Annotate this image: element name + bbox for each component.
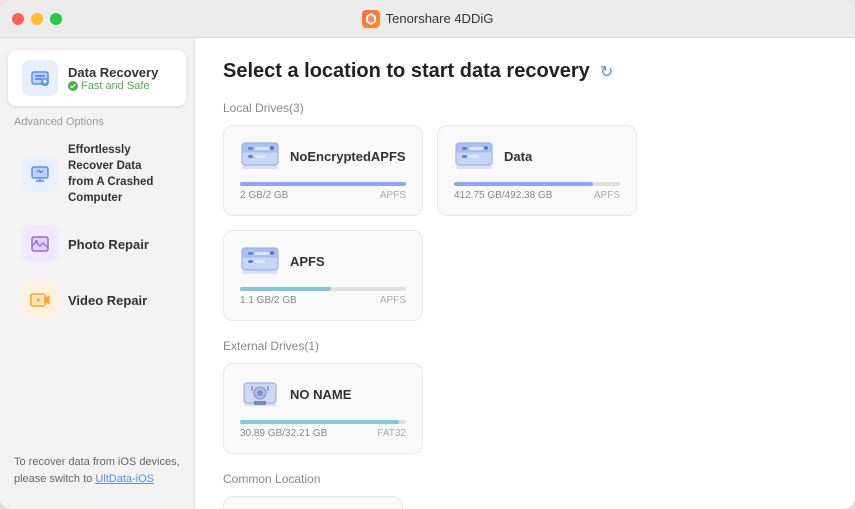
app-title: Tenorshare 4DDiG (386, 11, 494, 26)
drive-bar-ext (240, 420, 406, 424)
drive-bar-1 (240, 182, 406, 186)
hdd-icon-3 (240, 245, 280, 277)
data-recovery-icon-wrap (22, 60, 58, 96)
hdd-icon-1 (240, 140, 280, 172)
app-logo-icon (362, 10, 380, 28)
external-drives-grid: NO NAME 30.89 GB/32.21 GB FAT32 (223, 363, 827, 454)
sidebar-footer: To recover data from iOS devices, please… (0, 444, 194, 497)
photo-repair-label: Photo Repair (68, 237, 149, 252)
page-title: Select a location to start data recovery (223, 60, 590, 83)
data-recovery-icon (29, 67, 51, 89)
hdd-svg-2 (454, 141, 494, 171)
drive-name-2: Data (504, 149, 532, 164)
crashed-computer-text: Effortlessly Recover Datafrom A Crashed … (68, 142, 172, 206)
data-recovery-sub: Fast and Safe (68, 80, 158, 92)
common-location-label: Common Location (223, 472, 827, 486)
drive-name-ext: NO NAME (290, 387, 351, 402)
check-icon (68, 81, 78, 91)
crashed-computer-label: Effortlessly Recover Datafrom A Crashed … (68, 142, 172, 206)
photo-repair-icon (29, 233, 51, 255)
common-location-grid: Trash (223, 496, 827, 509)
drive-card-top-2: Data (454, 140, 620, 172)
drive-name-1: NoEncryptedAPFS (290, 149, 406, 164)
video-repair-icon-wrap (22, 282, 58, 318)
drive-fs-ext: FAT32 (377, 428, 406, 439)
app-window: Tenorshare 4DDiG (0, 0, 855, 509)
drive-info-ext: 30.89 GB/32.21 GB FAT32 (240, 428, 406, 439)
titlebar: Tenorshare 4DDiG (0, 0, 855, 38)
drive-card-noname[interactable]: NO NAME 30.89 GB/32.21 GB FAT32 (223, 363, 423, 454)
app-title-group: Tenorshare 4DDiG (362, 10, 494, 28)
local-drives-label: Local Drives(3) (223, 101, 827, 115)
drive-bar-2 (454, 182, 620, 186)
data-recovery-text: Data Recovery Fast and Safe (68, 65, 158, 92)
sidebar-item-photo-repair[interactable]: Photo Repair (8, 216, 186, 272)
crashed-computer-icon (29, 163, 51, 185)
sidebar-item-video-repair[interactable]: Video Repair (8, 272, 186, 328)
external-drives-label: External Drives(1) (223, 339, 827, 353)
content-header: Select a location to start data recovery… (223, 60, 827, 83)
content-area: Select a location to start data recovery… (195, 38, 855, 509)
close-button[interactable] (12, 13, 24, 25)
sidebar-item-data-recovery[interactable]: Data Recovery Fast and Safe (8, 50, 186, 106)
photo-repair-text: Photo Repair (68, 237, 149, 252)
hdd-svg-1 (240, 141, 280, 171)
video-repair-text: Video Repair (68, 293, 147, 308)
drive-card-noencryptedapfs[interactable]: NoEncryptedAPFS 2 GB/2 GB APFS (223, 125, 423, 216)
advanced-options-label: Advanced Options (0, 106, 194, 132)
photo-repair-icon-wrap (22, 226, 58, 262)
maximize-button[interactable] (50, 13, 62, 25)
video-repair-icon (29, 289, 51, 311)
drive-fs-2: APFS (594, 190, 620, 201)
hdd-icon-2 (454, 140, 494, 172)
drive-fs-1: APFS (380, 190, 406, 201)
drive-bar-fill-2 (454, 182, 593, 186)
drive-info-3: 1.1 GB/2 GB APFS (240, 295, 406, 306)
drive-card-apfs[interactable]: APFS 1.1 GB/2 GB APFS (223, 230, 423, 321)
usb-svg (240, 379, 280, 409)
refresh-icon[interactable]: ↻ (600, 62, 620, 82)
drive-size-2: 412.75 GB/492.38 GB (454, 190, 552, 201)
drive-bar-3 (240, 287, 406, 291)
data-recovery-label: Data Recovery (68, 65, 158, 80)
drive-info-1: 2 GB/2 GB APFS (240, 190, 406, 201)
video-repair-label: Video Repair (68, 293, 147, 308)
drive-size-3: 1.1 GB/2 GB (240, 295, 297, 306)
drive-card-top-1: NoEncryptedAPFS (240, 140, 406, 172)
drive-bar-fill-1 (240, 182, 406, 186)
sidebar-item-crashed-computer[interactable]: Effortlessly Recover Datafrom A Crashed … (8, 132, 186, 216)
hdd-svg-3 (240, 246, 280, 276)
drive-card-top-3: APFS (240, 245, 406, 277)
drive-card-top-ext: NO NAME (240, 378, 406, 410)
minimize-button[interactable] (31, 13, 43, 25)
drive-name-3: APFS (290, 254, 325, 269)
drive-card-data[interactable]: Data 412.75 GB/492.38 GB APFS (437, 125, 637, 216)
drive-bar-fill-ext (240, 420, 399, 424)
drive-card-trash[interactable]: Trash (223, 496, 403, 509)
crashed-computer-icon-wrap (22, 156, 58, 192)
drive-info-2: 412.75 GB/492.38 GB APFS (454, 190, 620, 201)
local-drives-grid: NoEncryptedAPFS 2 GB/2 GB APFS (223, 125, 827, 321)
window-controls (12, 13, 62, 25)
usb-icon (240, 378, 280, 410)
main-layout: Data Recovery Fast and Safe Advanced Opt… (0, 38, 855, 509)
sidebar: Data Recovery Fast and Safe Advanced Opt… (0, 38, 195, 509)
drive-size-1: 2 GB/2 GB (240, 190, 288, 201)
drive-bar-fill-3 (240, 287, 331, 291)
ultdata-ios-link[interactable]: UltData-iOS (95, 473, 154, 485)
drive-fs-3: APFS (380, 295, 406, 306)
drive-size-ext: 30.89 GB/32.21 GB (240, 428, 327, 439)
